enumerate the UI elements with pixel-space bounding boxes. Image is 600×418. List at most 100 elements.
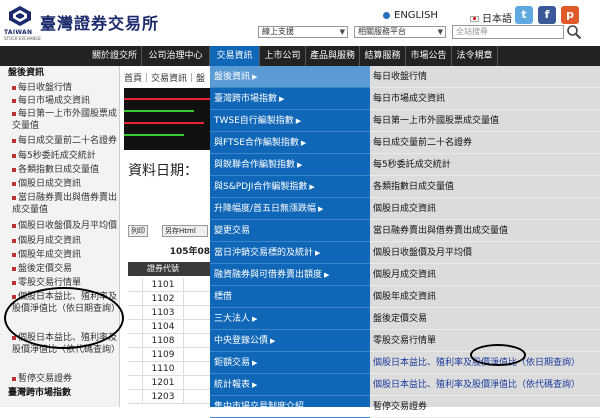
nav-about[interactable]: 關於證交所: [88, 46, 142, 66]
sidebar-item-label: 盤後定價交易: [18, 264, 73, 274]
sidebar-item[interactable]: 個股月成交資訊: [12, 235, 118, 247]
breadcrumb[interactable]: 首頁｜交易資訊｜盤: [124, 71, 205, 84]
nav-governance[interactable]: 公司治理中心: [142, 46, 210, 66]
menu-item-label: 中央登錄公債: [214, 336, 269, 346]
sidebar-item-label: 個股日收盤價及月平均價: [18, 221, 118, 231]
site-search-input[interactable]: 全站搜尋: [452, 25, 564, 39]
bullet-icon: [12, 153, 16, 158]
table-row: 1203: [128, 390, 210, 404]
submenu-item[interactable]: 暫停交易證券: [370, 396, 600, 418]
twse-logo-icon[interactable]: [8, 5, 32, 27]
menu-item[interactable]: TWSE自行編製指數 ▶: [210, 110, 370, 132]
menu-item[interactable]: 當日沖銷交易標的及統計 ▶: [210, 242, 370, 264]
sidebar-item[interactable]: 每日成交量前二十名證券: [12, 135, 118, 147]
chevron-right-icon: ▶: [252, 315, 258, 323]
services-select[interactable]: 相關服務平台 ▼: [354, 26, 446, 38]
submenu-item[interactable]: 盤後定價交易: [370, 308, 600, 330]
highlight-oval: [470, 344, 526, 366]
sidebar-item[interactable]: 每日收盤行情: [12, 82, 118, 94]
menu-item-label: 集中市場交易制度介紹: [214, 402, 305, 412]
nav-clearing[interactable]: 結算服務: [360, 46, 406, 66]
sidebar-item[interactable]: 每日市場成交資訊: [12, 95, 118, 107]
menu-item[interactable]: 變更交易: [210, 220, 370, 242]
submenu-item[interactable]: 每日收盤行情: [370, 66, 600, 88]
logo-text-en: TAIWAN: [4, 29, 33, 36]
submenu-item[interactable]: 個股月成交資訊: [370, 264, 600, 286]
nav-announcements[interactable]: 市場公告: [406, 46, 452, 66]
stock-code: 1110: [142, 362, 184, 376]
bullet-icon: [12, 252, 16, 257]
japanese-link[interactable]: 日本語: [470, 10, 512, 25]
submenu-item[interactable]: 個股年成交資訊: [370, 286, 600, 308]
submenu-item[interactable]: 當日融券賣出與借券賣出成交量值: [370, 220, 600, 242]
bullet-icon: [12, 98, 16, 103]
menu-item[interactable]: 升降幅度/首五日無漲跌幅 ▶: [210, 198, 370, 220]
sidebar-item[interactable]: 盤後定價交易: [12, 263, 118, 275]
menu-item[interactable]: 鉅額交易 ▶: [210, 352, 370, 374]
nav-products[interactable]: 產品與服務: [306, 46, 360, 66]
sidebar-item[interactable]: 個股日收盤價及月平均價: [12, 220, 118, 232]
bullet-icon: [12, 111, 16, 116]
submenu-item[interactable]: 每5秒委託成交統計: [370, 154, 600, 176]
facebook-icon[interactable]: f: [538, 6, 556, 24]
save-html-button[interactable]: 另存Html: [162, 225, 208, 237]
save-html-label: 另存Html: [165, 227, 196, 235]
sidebar-item[interactable]: 個股日成交資訊: [12, 178, 118, 190]
chevron-right-icon: ▶: [318, 205, 324, 213]
sidebar-item-label: 每日市場成交資訊: [18, 96, 91, 106]
chevron-right-icon: ▶: [295, 117, 302, 125]
print-button[interactable]: 列印: [128, 225, 148, 237]
search-icon[interactable]: [566, 24, 582, 40]
online-support-select[interactable]: 線上支援 ▼: [258, 26, 348, 38]
stock-code: 1201: [142, 376, 184, 390]
menu-item[interactable]: 與銳聯合作編製指數 ▶: [210, 154, 370, 176]
submenu-item[interactable]: 各類指數日成交量值: [370, 176, 600, 198]
col-header-code: 證券代號: [147, 264, 179, 273]
submenu-item[interactable]: 個股日成交資訊: [370, 198, 600, 220]
menu-item-label: 當日沖銷交易標的及統計: [214, 248, 314, 258]
menu-item[interactable]: 統計報表 ▶: [210, 374, 370, 396]
menu-item-after-hours[interactable]: 盤後資訊 ▶: [210, 66, 370, 88]
submenu-item[interactable]: 每日成交量前二十名證券: [370, 132, 600, 154]
site-title[interactable]: 臺灣證券交易所: [40, 10, 159, 34]
sidebar-item[interactable]: 當日融券賣出與借券賣出成交量值: [12, 192, 118, 216]
sidebar-item-label: 每日收盤行情: [18, 83, 73, 93]
menu-item-label: 升降幅度/首五日無漲跌幅: [214, 204, 317, 214]
sidebar-item[interactable]: 各類指數日成交量值: [12, 164, 118, 176]
sidebar-item[interactable]: 每5秒委託成交統計: [12, 150, 118, 162]
menu-item[interactable]: 三大法人 ▶: [210, 308, 370, 330]
table-row: 1102: [128, 292, 210, 306]
menu-item-label: TWSE自行編製指數: [214, 116, 294, 126]
submenu-item[interactable]: 個股日收盤價及月平均價: [370, 242, 600, 264]
menu-item[interactable]: 與FTSE合作編製指數 ▶: [210, 132, 370, 154]
bullet-icon: [12, 294, 16, 299]
menu-item[interactable]: 集中市場交易制度介紹: [210, 396, 370, 418]
nav-regulations[interactable]: 法令規章: [452, 46, 498, 66]
twitter-icon[interactable]: t: [515, 6, 533, 24]
english-link[interactable]: ENGLISH: [383, 10, 438, 21]
main-nav: 關於證交所 公司治理中心 交易資訊 上市公司 產品與服務 結算服務 市場公告 法…: [0, 46, 600, 66]
submenu-item[interactable]: 每日市場成交資訊: [370, 88, 600, 110]
sidebar-item[interactable]: 個股年成交資訊: [12, 249, 118, 261]
nav-trading-info[interactable]: 交易資訊: [210, 46, 260, 66]
menu-item[interactable]: 融資融券與可借券賣出額度 ▶: [210, 264, 370, 286]
sidebar-item[interactable]: 暫停交易證券: [12, 373, 118, 385]
menu-item[interactable]: 臺灣跨市場指數 ▶: [210, 88, 370, 110]
stock-code: 1101: [142, 278, 184, 292]
table-row: 1104: [128, 320, 210, 334]
submenu-item-pe-ratio-by-code[interactable]: 個股日本益比、殖利率及股價淨值比（依代碼查詢）: [370, 374, 600, 396]
sidebar-item[interactable]: 每日第一上市外國股票成交量值: [12, 108, 118, 132]
menu-item[interactable]: 標借: [210, 286, 370, 308]
english-label: ENGLISH: [394, 10, 438, 21]
submenu-item[interactable]: 每日第一上市外國股票成交量值: [370, 110, 600, 132]
plurk-icon[interactable]: p: [561, 6, 579, 24]
menu-item[interactable]: 中央登錄公債 ▶: [210, 330, 370, 352]
nav-listed-companies[interactable]: 上市公司: [260, 46, 306, 66]
menu-item[interactable]: 與S&PDJI合作編製指數 ▶: [210, 176, 370, 198]
stock-code: 1103: [142, 306, 184, 320]
sidebar-header-cross-market[interactable]: 臺灣跨市場指數: [0, 388, 120, 399]
sidebar-header-after-hours[interactable]: 盤後資訊: [0, 68, 120, 79]
sidebar-item-label: 每日第一上市外國股票成交量值: [12, 109, 118, 131]
chevron-right-icon: ▶: [252, 381, 258, 389]
chevron-right-icon: ▶: [270, 337, 276, 345]
